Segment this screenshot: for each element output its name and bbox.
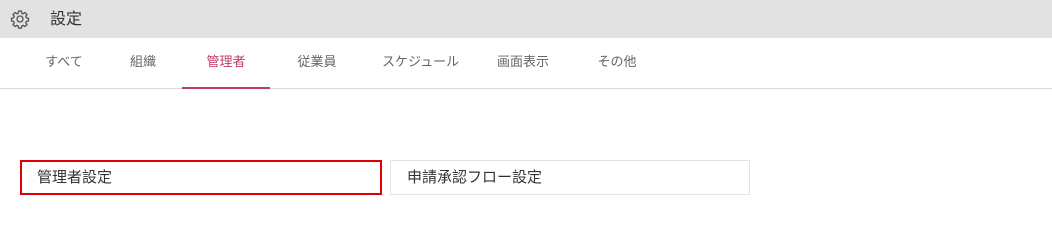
gear-icon	[10, 10, 30, 29]
tab-administrator[interactable]: 管理者	[182, 38, 270, 89]
admin-settings-button[interactable]: 管理者設定	[20, 160, 382, 195]
settings-header: 設定	[0, 0, 1052, 38]
tab-all[interactable]: すべて	[44, 38, 84, 88]
settings-tabs: すべて 組織 管理者 従業員 スケジュール 画面表示 その他	[0, 38, 1052, 89]
tab-organization[interactable]: 組織	[126, 38, 160, 88]
tab-other[interactable]: その他	[594, 38, 640, 88]
page-title: 設定	[50, 9, 83, 28]
tab-employees[interactable]: 従業員	[294, 38, 340, 88]
tab-display[interactable]: 画面表示	[494, 38, 552, 88]
approval-flow-settings-button[interactable]: 申請承認フロー設定	[390, 160, 750, 195]
tab-schedule[interactable]: スケジュール	[382, 38, 459, 88]
